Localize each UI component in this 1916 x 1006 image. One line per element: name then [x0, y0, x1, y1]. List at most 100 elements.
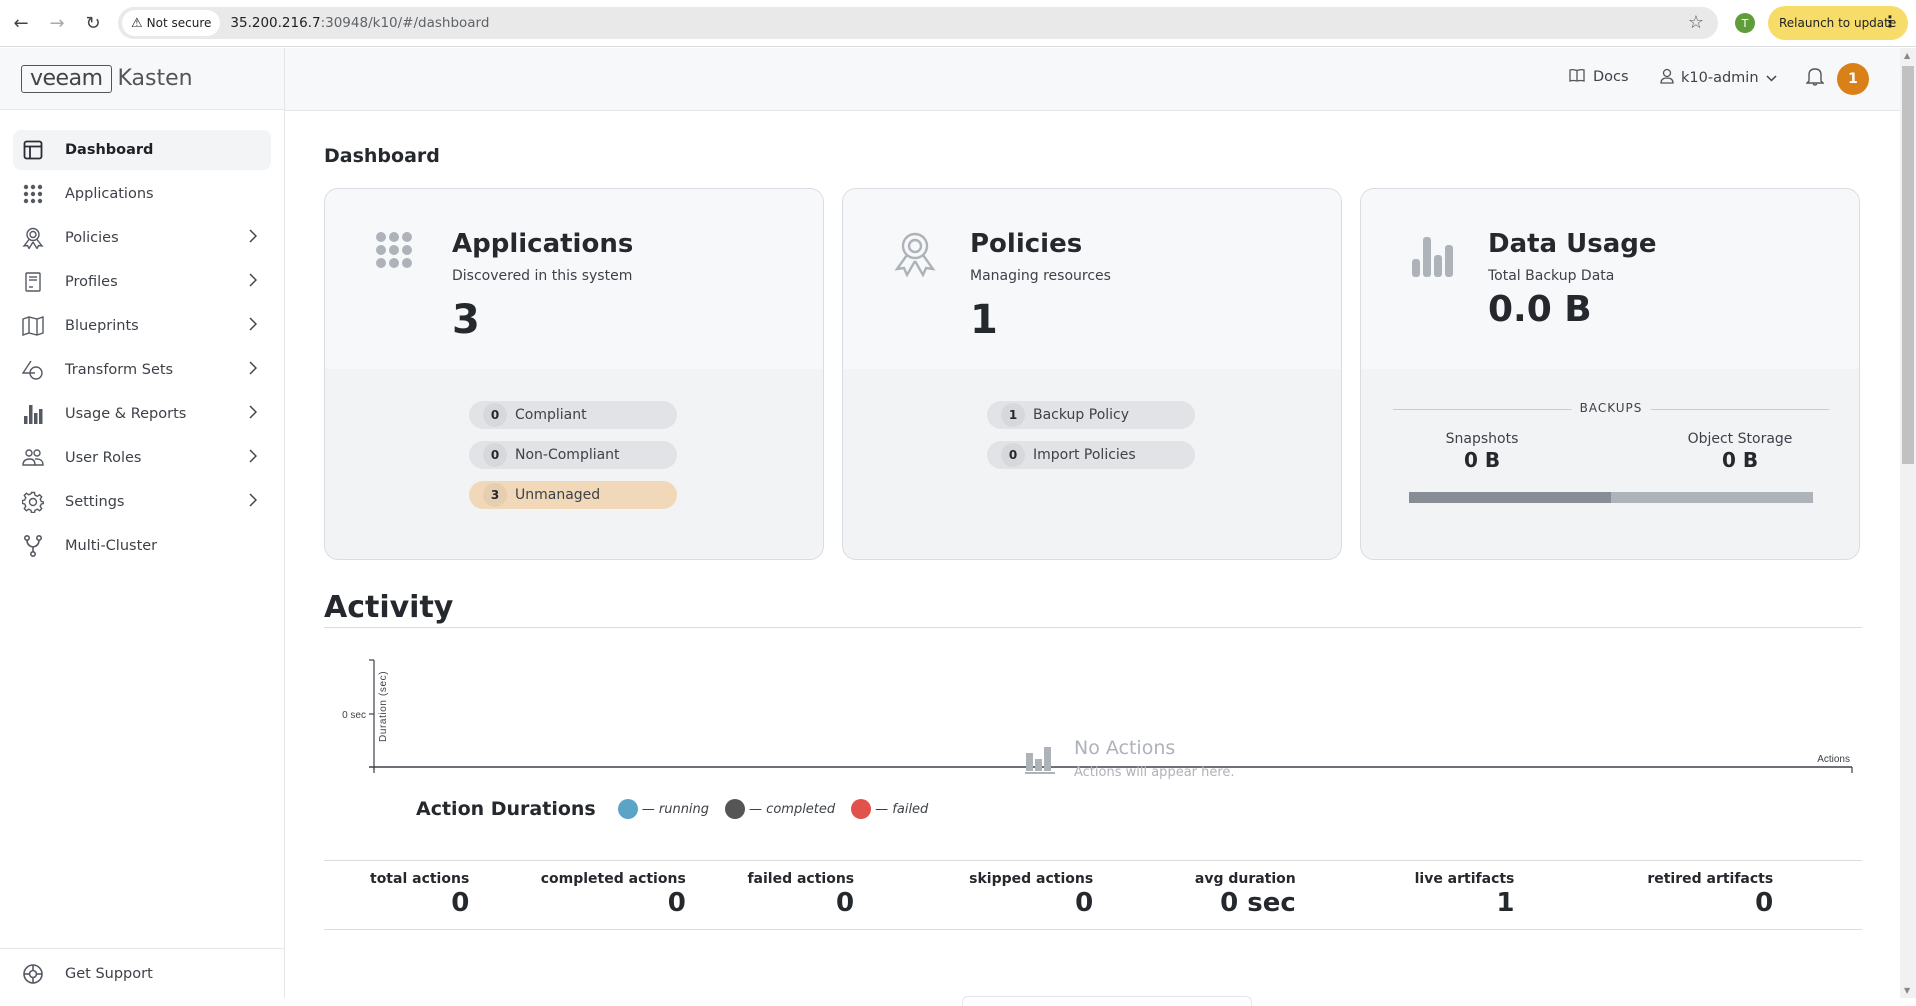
sidebar-item-label: Profiles	[65, 274, 118, 290]
empty-chart-icon	[1024, 745, 1056, 779]
data-usage-subtitle: Total Backup Data	[1488, 268, 1615, 284]
compliant-pill[interactable]: 0 Compliant	[469, 401, 677, 429]
policies-pills: 1 Backup Policy 0 Import Policies	[987, 401, 1195, 481]
pill-count: 1	[1001, 403, 1025, 427]
stat-label: retired artifacts	[1647, 871, 1774, 887]
kebab-menu-icon: ⋮	[1882, 12, 1898, 31]
applications-card[interactable]: Applications Discovered in this system 3…	[324, 188, 824, 560]
non-compliant-pill[interactable]: 0 Non-Compliant	[469, 441, 677, 469]
users-icon	[21, 446, 45, 470]
data-usage-title: Data Usage	[1488, 229, 1657, 259]
award-ribbon-icon	[21, 226, 45, 250]
policies-card[interactable]: Policies Managing resources 1 1 Backup Po…	[842, 188, 1342, 560]
chevron-right-icon	[249, 404, 258, 423]
warning-icon: ⚠	[131, 15, 143, 31]
sidebar-item-profiles[interactable]: Profiles	[13, 262, 271, 302]
pill-count: 0	[483, 443, 507, 467]
logo-kasten: Kasten	[117, 66, 193, 91]
pill-label: Backup Policy	[1033, 407, 1130, 423]
scroll-down-icon[interactable]: ▼	[1904, 986, 1910, 995]
forward-button[interactable]: →	[42, 8, 72, 38]
map-icon	[21, 314, 45, 338]
sidebar-item-label: Transform Sets	[65, 362, 174, 378]
applications-count: 3	[452, 297, 480, 343]
stat-value: 0	[1075, 888, 1094, 918]
legend-running: — running	[617, 799, 710, 819]
scroll-thumb[interactable]	[1902, 66, 1914, 464]
policies-title: Policies	[970, 229, 1083, 259]
pill-label: Unmanaged	[515, 487, 601, 503]
sidebar-item-multi-cluster[interactable]: Multi-Cluster	[13, 526, 271, 566]
chart-legend: Action Durations — running — completed —…	[416, 798, 944, 820]
backups-section: BACKUPS Snapshots 0 B Object Storage 0 B	[1393, 401, 1829, 503]
sidebar-item-settings[interactable]: Settings	[13, 482, 271, 522]
pill-count: 3	[483, 483, 507, 507]
stat-failed-actions: failed actions 0	[747, 861, 983, 929]
bell-icon[interactable]	[1805, 66, 1825, 90]
sidebar-item-label: Applications	[65, 186, 154, 202]
url-path: :30948/k10/#/dashboard	[320, 15, 490, 31]
url-text[interactable]: 35.200.216.7:30948/k10/#/dashboard	[230, 15, 489, 31]
sidebar: veeam Kasten Dashboard Applications Polici…	[0, 48, 285, 998]
pill-label: Import Policies	[1033, 447, 1136, 463]
stat-label: live artifacts	[1414, 871, 1515, 887]
unmanaged-pill[interactable]: 3 Unmanaged	[469, 481, 677, 509]
sidebar-item-transform-sets[interactable]: Transform Sets	[13, 350, 271, 390]
address-bar[interactable]: ⚠ Not secure 35.200.216.7:30948/k10/#/da…	[118, 7, 1718, 39]
sidebar-item-blueprints[interactable]: Blueprints	[13, 306, 271, 346]
activity-stats: total actions 0 completed actions 0 failed…	[324, 860, 1862, 930]
profile-avatar[interactable]: T	[1735, 13, 1755, 33]
get-support-label: Get Support	[65, 965, 153, 982]
applications-title: Applications	[452, 229, 634, 259]
grid-dots-icon	[21, 182, 45, 206]
stat-label: total actions	[370, 871, 470, 887]
sidebar-item-label: Dashboard	[65, 142, 154, 158]
import-policies-pill[interactable]: 0 Import Policies	[987, 441, 1195, 469]
data-usage-card[interactable]: Data Usage Total Backup Data 0.0 B BACKU…	[1360, 188, 1860, 560]
docs-label: Docs	[1593, 69, 1629, 85]
y-axis-label: Duration (sec)	[378, 671, 389, 742]
legend-failed: — failed	[851, 799, 928, 819]
stat-avg-duration: avg duration 0 sec	[1195, 861, 1423, 929]
sidebar-item-usage-reports[interactable]: Usage & Reports	[13, 394, 271, 434]
sidebar-item-user-roles[interactable]: User Roles	[13, 438, 271, 478]
shapes-icon	[21, 358, 45, 382]
relaunch-label: Relaunch to update	[1779, 16, 1897, 30]
sidebar-item-label: User Roles	[65, 450, 142, 466]
page-scrollbar[interactable]: ▲ ▼	[1900, 48, 1916, 998]
sidebar-item-dashboard[interactable]: Dashboard	[13, 130, 271, 170]
sidebar-item-applications[interactable]: Applications	[13, 174, 271, 214]
sidebar-item-label: Blueprints	[65, 318, 139, 334]
activity-divider	[324, 627, 1862, 628]
data-usage-total: 0.0 B	[1488, 289, 1592, 330]
docs-link[interactable]: Docs	[1569, 68, 1629, 86]
bar-chart-icon	[21, 402, 45, 426]
notification-badge[interactable]: 1	[1837, 63, 1869, 95]
get-support-link[interactable]: Get Support	[0, 948, 284, 998]
bookmark-star-icon[interactable]: ☆	[1688, 12, 1704, 33]
url-host: 35.200.216.7	[230, 15, 321, 31]
relaunch-button[interactable]: Relaunch to update ⋮	[1768, 6, 1908, 40]
sidebar-item-policies[interactable]: Policies	[13, 218, 271, 258]
top-header: Docs k10-admin 1	[285, 48, 1900, 111]
legend-label: — running	[641, 801, 710, 817]
empty-title: No Actions	[1074, 737, 1176, 759]
legend-label: — completed	[749, 801, 836, 817]
user-menu[interactable]: k10-admin	[1660, 68, 1777, 88]
object-storage-stat: Object Storage 0 B	[1611, 431, 1829, 472]
security-chip[interactable]: ⚠ Not secure	[122, 10, 221, 36]
backups-divider: BACKUPS	[1393, 401, 1829, 417]
legend-dot-running	[617, 799, 638, 819]
stat-label: failed actions	[747, 871, 855, 887]
snapshots-stat: Snapshots 0 B	[1393, 431, 1611, 472]
reload-button[interactable]: ↻	[78, 8, 108, 38]
back-button[interactable]: ←	[6, 8, 36, 38]
action-durations-chart: 0 sec Duration (sec) Actions No Actions …	[324, 652, 1864, 892]
scroll-up-icon[interactable]: ▲	[1904, 51, 1910, 60]
stat-value: 0 sec	[1220, 888, 1296, 918]
snapshots-label: Snapshots	[1445, 431, 1519, 447]
pill-label: Compliant	[515, 407, 587, 423]
backup-policy-pill[interactable]: 1 Backup Policy	[987, 401, 1195, 429]
bar-chart-icon	[1411, 231, 1453, 281]
logo[interactable]: veeam Kasten	[0, 48, 284, 110]
